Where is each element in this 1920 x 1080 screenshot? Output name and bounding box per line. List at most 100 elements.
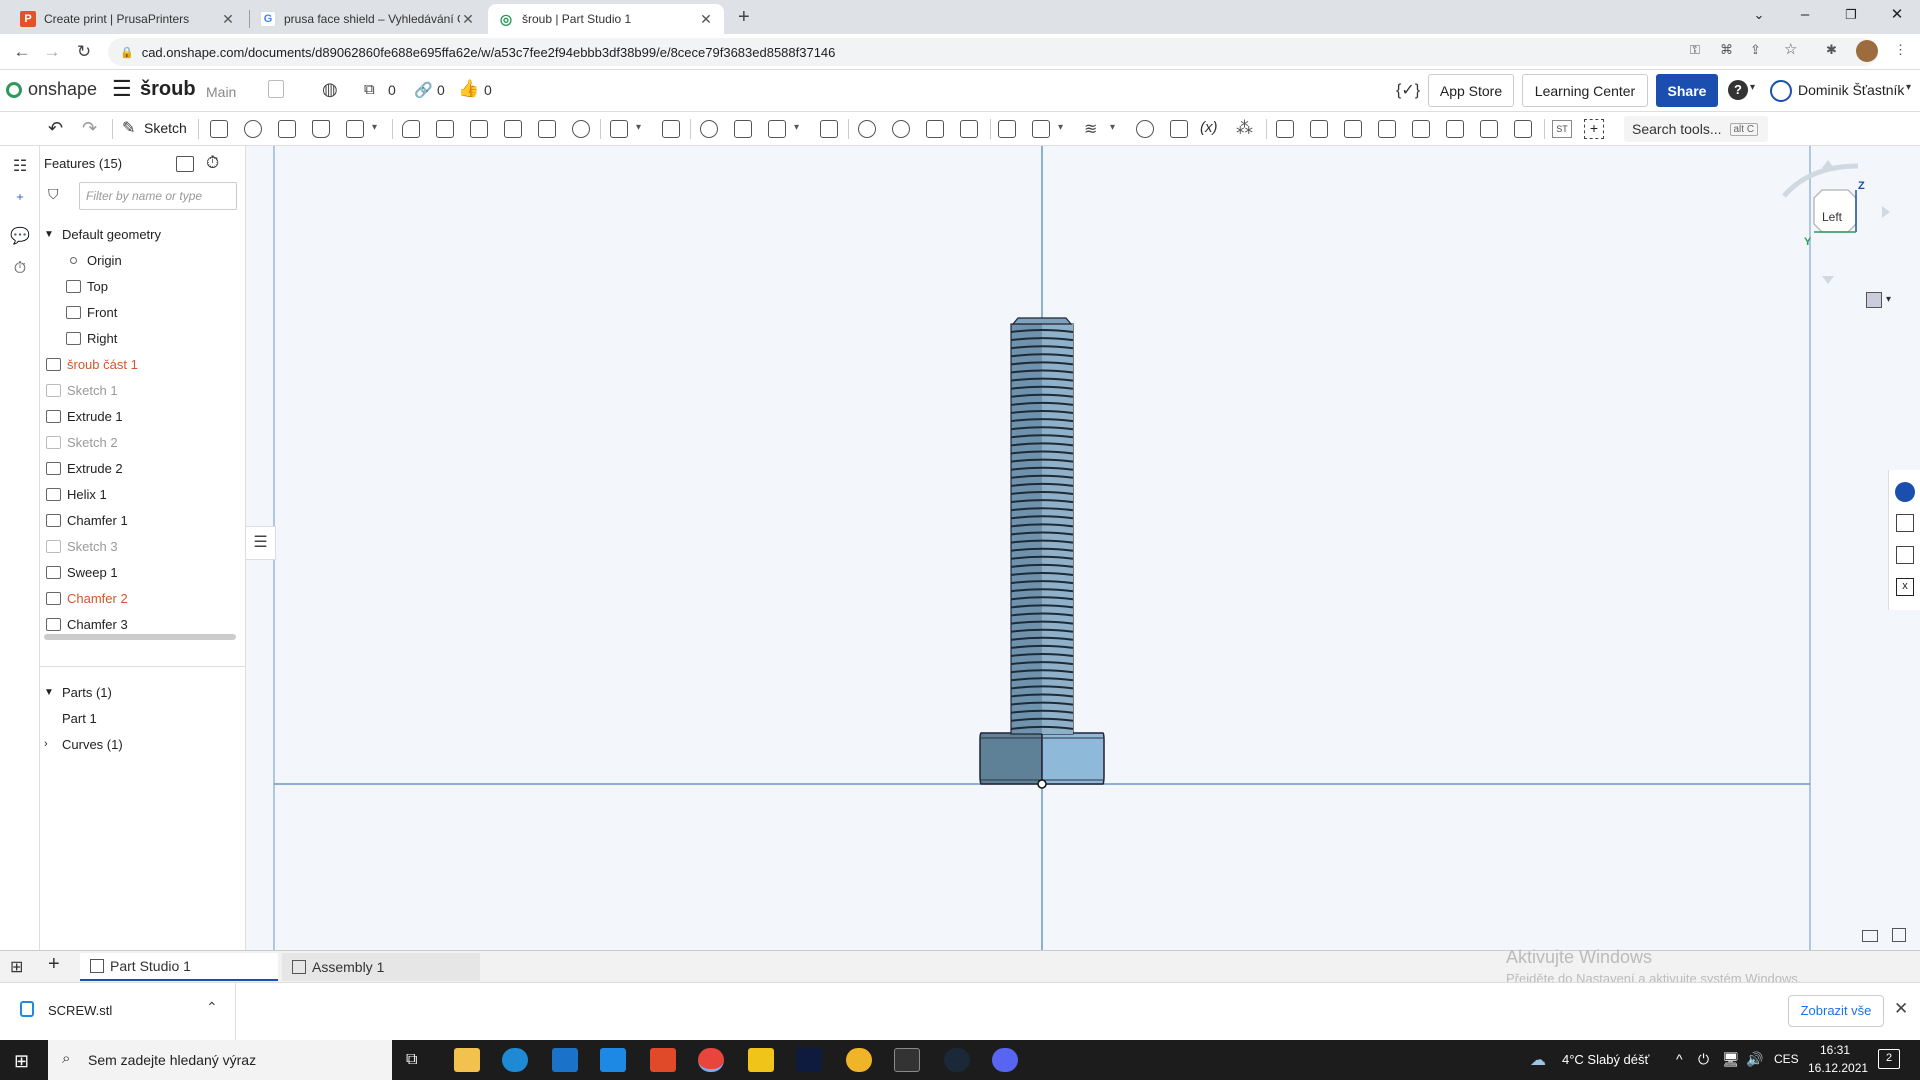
store-icon[interactable] [552, 1048, 578, 1072]
viewport-canvas[interactable] [246, 146, 1920, 950]
edge-icon[interactable] [502, 1048, 528, 1072]
spiral-icon[interactable] [1136, 120, 1154, 138]
view-cube[interactable]: Left Z Y [1770, 156, 1890, 286]
clock-date[interactable]: 16.12.2021 [1808, 1061, 1868, 1075]
default-geometry-folder[interactable]: ▼ Default geometry [40, 222, 246, 246]
comments-icon[interactable]: 💬 [10, 226, 30, 246]
document-properties-icon[interactable] [268, 80, 284, 98]
hem-icon[interactable] [1344, 120, 1362, 138]
epic-games-icon[interactable] [894, 1048, 920, 1072]
task-view-icon[interactable]: ⧉ [406, 1051, 417, 1069]
browser-tab-prusaprinters[interactable]: P Create print | PrusaPrinters ✕ [10, 4, 246, 34]
sketch-pencil-icon[interactable]: ✎ [122, 118, 135, 138]
plane-icon[interactable] [998, 120, 1016, 138]
close-tab-icon[interactable]: ✕ [698, 11, 714, 28]
corner-icon[interactable] [1514, 120, 1532, 138]
tray-app-icon[interactable]: ⏻ [1698, 1051, 1709, 1068]
dropdown-caret-icon[interactable]: ▾ [636, 122, 641, 133]
feature-item[interactable]: Sketch 3 [40, 534, 246, 558]
feature-pattern-icon[interactable]: ⁂ [1236, 118, 1253, 138]
forward-button[interactable]: → [40, 40, 64, 64]
add-custom-feature-icon[interactable]: + [1584, 119, 1604, 139]
weather-text[interactable]: 4°C Slabý déšť [1562, 1052, 1649, 1067]
replace-face-icon[interactable] [960, 120, 978, 138]
fit-spline-icon[interactable] [1170, 120, 1188, 138]
display-mode-icon[interactable] [1862, 930, 1878, 942]
appearance-icon[interactable] [1895, 482, 1915, 502]
linear-pattern-icon[interactable] [610, 120, 628, 138]
network-icon[interactable]: 🖥 [1722, 1051, 1740, 1068]
flange-icon[interactable] [1310, 120, 1328, 138]
rollback-timer-icon[interactable]: ⏱ [206, 153, 219, 173]
fillet-icon[interactable] [402, 120, 420, 138]
surface-tools-icon[interactable]: ST [1552, 120, 1572, 138]
split-icon[interactable] [734, 120, 752, 138]
url-bar[interactable]: 🔒 cad.onshape.com/documents/d89062860fe6… [108, 38, 1878, 66]
feature-item[interactable]: Helix 1 [40, 482, 246, 506]
variable-icon[interactable]: (x) [1200, 119, 1218, 136]
chevron-down-icon[interactable]: ▼ [44, 229, 56, 240]
delete-face-icon[interactable] [892, 120, 910, 138]
weather-icon[interactable]: ☁ [1530, 1050, 1546, 1070]
minimize-button[interactable]: – [1782, 0, 1828, 30]
sheet-metal-icon[interactable] [1276, 120, 1294, 138]
mate-connector-icon[interactable] [1032, 120, 1050, 138]
norton-icon[interactable] [846, 1048, 872, 1072]
file-explorer-icon[interactable] [454, 1048, 480, 1072]
versions-icon[interactable]: ⧉ [364, 81, 375, 98]
feature-item[interactable]: Sketch 2 [40, 430, 246, 454]
feature-item[interactable]: Sweep 1 [40, 560, 246, 584]
discord-icon[interactable] [992, 1048, 1018, 1072]
tray-chevron-icon[interactable]: ^ [1676, 1051, 1683, 1067]
variable-table-icon[interactable]: x [1896, 578, 1914, 596]
modify-fillet-icon[interactable] [858, 120, 876, 138]
revolve-icon[interactable] [244, 120, 262, 138]
taskbar-search-box[interactable]: ⌕ Sem zadejte hledaný výraz [48, 1040, 392, 1080]
office-icon[interactable] [650, 1048, 676, 1072]
view-options-cube-icon[interactable] [1866, 292, 1882, 308]
app-store-button[interactable]: App Store [1428, 74, 1514, 107]
user-name[interactable]: Dominik Šťastník [1798, 82, 1904, 98]
chrome-icon[interactable] [698, 1048, 724, 1072]
dropdown-caret-icon[interactable]: ▾ [1058, 122, 1063, 133]
configurations-icon[interactable] [1896, 546, 1914, 564]
onshape-logo-text[interactable]: onshape [28, 79, 97, 100]
close-download-bar-icon[interactable]: ✕ [1894, 999, 1908, 1019]
dropdown-caret-icon[interactable]: ▾ [372, 122, 377, 133]
draft-icon[interactable] [470, 120, 488, 138]
rollback-bar[interactable] [44, 634, 236, 640]
tab-assembly-1[interactable]: Assembly 1 [282, 953, 480, 981]
feature-list-icon[interactable]: ☷ [10, 156, 30, 176]
download-item[interactable]: SCREW.stl ⌃ [0, 983, 236, 1040]
translate-icon[interactable]: ⌘ [1720, 42, 1733, 58]
chevron-up-icon[interactable]: ⌃ [206, 999, 218, 1016]
shell-icon[interactable] [538, 120, 556, 138]
tab-manager-icon[interactable]: ⊞ [10, 957, 23, 977]
chamfer-icon[interactable] [436, 120, 454, 138]
browser-tab-google[interactable]: G prusa face shield – Vyhledávání G ✕ [250, 4, 486, 34]
language-indicator[interactable]: CES [1774, 1052, 1799, 1066]
feature-item[interactable]: Chamfer 3 [40, 612, 246, 636]
form-icon[interactable] [1446, 120, 1464, 138]
bolt-head[interactable] [979, 732, 1105, 785]
search-tools-input[interactable]: Search tools... alt C [1624, 116, 1768, 142]
new-tab-button[interactable]: + [738, 6, 750, 29]
restore-button[interactable]: ❐ [1828, 0, 1874, 30]
filter-icon[interactable]: ⛉ [48, 186, 59, 203]
mirror-icon[interactable] [662, 120, 680, 138]
feature-item[interactable]: Sketch 1 [40, 378, 246, 402]
help-icon[interactable]: ? [1728, 80, 1748, 100]
hole-icon[interactable] [572, 120, 590, 138]
public-globe-icon[interactable]: ◍ [322, 79, 338, 100]
feature-item[interactable]: Right [40, 326, 246, 350]
close-tab-icon[interactable]: ✕ [220, 11, 236, 28]
feature-item[interactable]: Chamfer 1 [40, 508, 246, 532]
show-all-downloads-button[interactable]: Zobrazit vše [1788, 995, 1884, 1027]
undo-icon[interactable]: ↶ [48, 118, 63, 139]
delete-part-icon[interactable] [820, 120, 838, 138]
sticky-notes-icon[interactable] [748, 1048, 774, 1072]
feature-item[interactable]: šroub část 1 [40, 352, 246, 376]
close-window-button[interactable]: ✕ [1874, 0, 1920, 30]
notifications-icon[interactable]: 2 [1878, 1049, 1900, 1069]
history-timer-icon[interactable]: ⏱ [10, 260, 30, 280]
